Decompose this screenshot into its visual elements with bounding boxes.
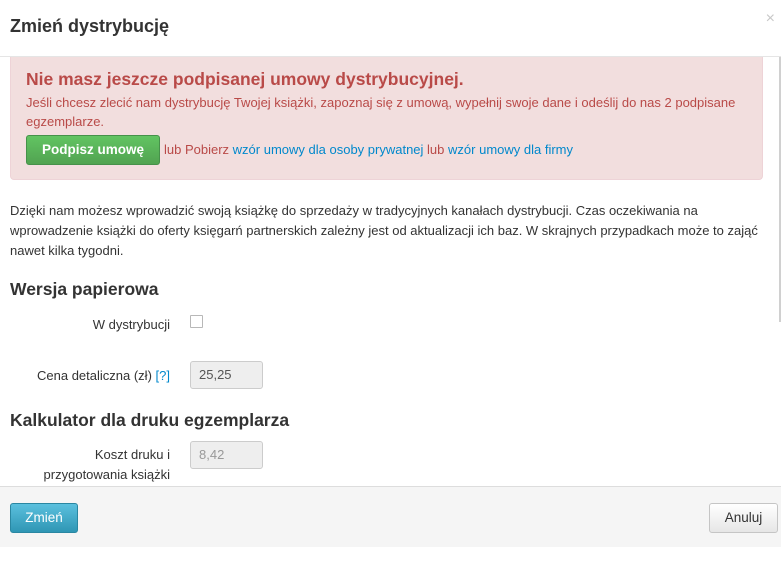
print-cost-label-line1: Koszt druku i: [94, 447, 170, 462]
price-label-row: Cena detaliczna (zł) [?]: [10, 366, 170, 386]
company-contract-link[interactable]: wzór umowy dla firmy: [448, 142, 573, 157]
sign-contract-button[interactable]: Podpisz umowę: [26, 135, 160, 165]
price-label: Cena detaliczna (zł): [37, 368, 152, 383]
change-button[interactable]: Zmień: [10, 503, 78, 533]
or-download-text: lub Pobierz: [164, 142, 230, 157]
contract-alert: Nie masz jeszcze podpisanej umowy dystry…: [10, 57, 763, 180]
print-cost-label-line2: przygotowania książki: [43, 467, 170, 482]
calculator-heading: Kalkulator dla druku egzemplarza: [10, 410, 290, 430]
alert-heading: Nie masz jeszcze podpisanej umowy dystry…: [26, 69, 464, 89]
modal-footer: Zmień Anuluj: [0, 486, 781, 547]
price-help-link[interactable]: [?]: [156, 368, 170, 383]
modal-header: Zmień dystrybucję ×: [0, 0, 781, 57]
private-contract-link[interactable]: wzór umowy dla osoby prywatnej: [233, 142, 424, 157]
price-input[interactable]: 25,25: [190, 361, 263, 389]
paper-version-heading: Wersja papierowa: [10, 279, 159, 299]
modal-title: Zmień dystrybucję: [10, 16, 170, 36]
or-text: lub: [427, 142, 445, 157]
in-distribution-label: W dystrybucji: [92, 317, 170, 332]
alert-download-links: lub Pobierz wzór umowy dla osoby prywatn…: [164, 142, 573, 157]
in-distribution-checkbox[interactable]: [190, 315, 203, 328]
close-icon[interactable]: ×: [766, 10, 775, 28]
print-cost-label: Koszt druku i przygotowania książki: [10, 445, 170, 485]
print-cost-field: 8,42: [190, 441, 263, 469]
intro-text: Dzięki nam możesz wprowadzić swoją książ…: [10, 203, 758, 258]
alert-text: Jeśli chcesz zlecić nam dystrybucję Twoj…: [26, 95, 736, 129]
modal-body[interactable]: Nie masz jeszcze podpisanej umowy dystry…: [0, 57, 779, 486]
cancel-button[interactable]: Anuluj: [709, 503, 778, 533]
